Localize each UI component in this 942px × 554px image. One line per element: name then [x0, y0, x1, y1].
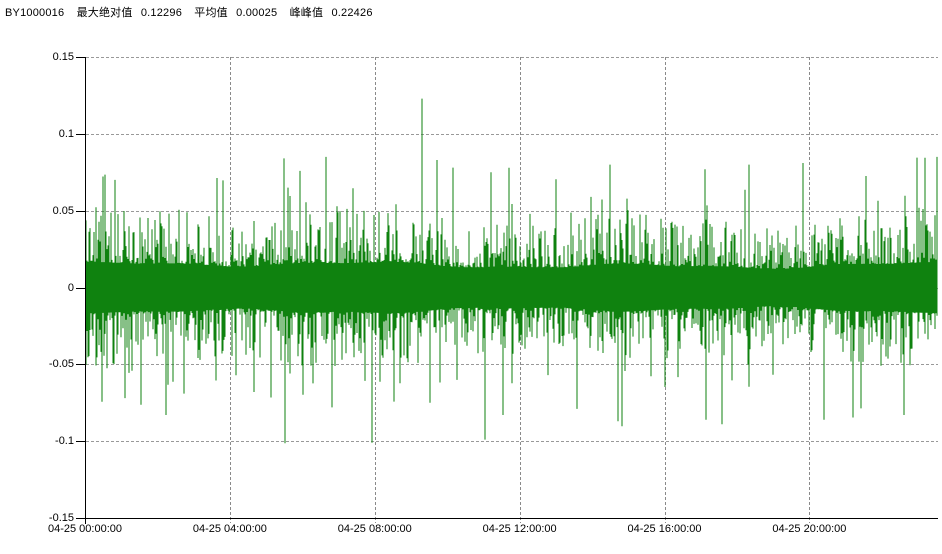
y-axis-tick-label: 0.1 [0, 128, 74, 140]
waveform-trace [86, 99, 937, 444]
y-axis-tick-label: 0.05 [0, 205, 74, 217]
chart-plot [0, 0, 942, 554]
x-axis-tick-label: 04-25 12:00:00 [483, 523, 557, 536]
x-axis-tick-label: 04-25 20:00:00 [772, 523, 846, 536]
x-axis-tick-label: 04-25 00:00:00 [48, 523, 122, 536]
x-axis-tick-label: 04-25 16:00:00 [628, 523, 702, 536]
y-axis-tick-label: 0.15 [0, 51, 74, 63]
waveform-monitor-screen: BY1000016 最大绝对值 0.12296 平均值 0.00025 峰峰值 … [0, 0, 942, 554]
y-axis-tick-label: -0.1 [0, 435, 74, 447]
y-axis-tick-label: -0.05 [0, 358, 74, 370]
x-axis-tick-label: 04-25 04:00:00 [193, 523, 267, 536]
x-axis-tick-label: 04-25 08:00:00 [338, 523, 412, 536]
y-axis-tick-label: 0 [0, 282, 74, 294]
